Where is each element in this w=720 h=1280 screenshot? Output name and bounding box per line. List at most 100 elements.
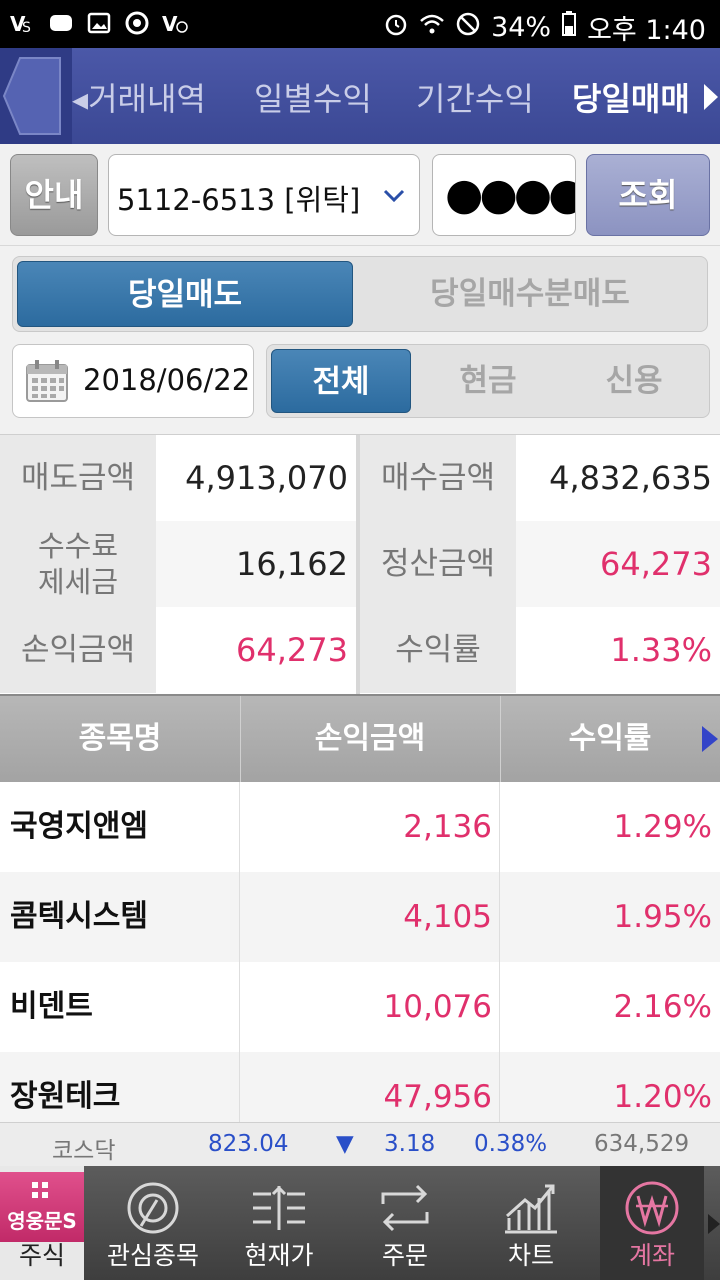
segment-all[interactable]: 전체 bbox=[271, 349, 411, 413]
return-rate-value: 1.33% bbox=[516, 607, 720, 693]
stock-name: 비덴트 bbox=[10, 989, 93, 1024]
list-header: 종목명 손익금액 수익률 bbox=[0, 694, 720, 782]
holdings-list[interactable]: 국영지앤엠 2,136 1.29% 콤텍시스템 4,105 1.95% 비덴트 … bbox=[0, 782, 720, 1122]
column-divider bbox=[239, 782, 240, 1122]
ticker-index-name: 코스닥 bbox=[52, 1138, 116, 1164]
stock-pl: 2,136 bbox=[403, 809, 492, 845]
stock-rate: 1.95% bbox=[613, 899, 712, 935]
date-picker[interactable]: 2018/06/22 bbox=[12, 344, 254, 418]
column-header-name[interactable]: 종목명 bbox=[0, 696, 240, 782]
nav-stock-label: 주식 bbox=[18, 1241, 65, 1270]
summary-row: 수수료 제세금 16,162 정산금액 64,273 bbox=[0, 521, 720, 607]
nav-stock[interactable]: 영웅문S 주식 bbox=[0, 1166, 84, 1280]
tax-label: 제세금 bbox=[37, 565, 119, 599]
column-header-rate[interactable]: 수익률 bbox=[500, 696, 720, 782]
nav-current-price-label: 현재가 bbox=[244, 1241, 314, 1270]
nav-chart[interactable]: 차트 bbox=[474, 1166, 588, 1280]
segment-credit[interactable]: 신용 bbox=[563, 349, 705, 413]
tab-period-profit[interactable]: 기간수익 bbox=[416, 74, 534, 120]
summary-row: 손익금액 64,273 수익률 1.33% bbox=[0, 607, 720, 693]
return-rate-label: 수익률 bbox=[360, 607, 516, 693]
sell-amount-value: 4,913,070 bbox=[156, 435, 356, 521]
password-mask: ●●●● bbox=[445, 169, 576, 220]
pl-amount-label: 손익금액 bbox=[0, 607, 156, 693]
system-status: 34% 오후 1:40 bbox=[383, 8, 706, 47]
stock-name: 장원테크 bbox=[10, 1079, 121, 1114]
chart-icon bbox=[505, 1184, 557, 1234]
stock-rate: 1.20% bbox=[613, 1079, 712, 1115]
won-icon bbox=[625, 1181, 679, 1235]
account-select[interactable]: 5112-6513 [위탁] bbox=[108, 154, 420, 236]
back-button[interactable] bbox=[0, 48, 72, 144]
fee-tax-value: 16,162 bbox=[156, 521, 356, 607]
list-item[interactable]: 장원테크 47,956 1.20% bbox=[0, 1052, 720, 1122]
nav-more-arrow-icon[interactable] bbox=[708, 1214, 720, 1234]
segment-cash[interactable]: 현금 bbox=[417, 349, 559, 413]
stock-pl: 4,105 bbox=[403, 899, 492, 935]
battery-percent: 34% bbox=[491, 12, 552, 43]
back-arrow-icon bbox=[2, 57, 61, 135]
summary-divider bbox=[356, 435, 360, 695]
market-ticker[interactable]: 코스닥 823.04 ▼ 3.18 0.38% 634,529 bbox=[0, 1122, 720, 1166]
column-header-pl[interactable]: 손익금액 bbox=[240, 696, 500, 782]
settle-amount-label: 정산금액 bbox=[360, 521, 516, 607]
tab-today-trades[interactable]: 당일매매 bbox=[572, 74, 690, 120]
bottom-nav: 영웅문S 주식 관심종목 현재가 주문 차트 계좌 bbox=[0, 1166, 720, 1280]
notification-icons: VS V bbox=[10, 10, 188, 36]
stock-name: 국영지앤엠 bbox=[10, 809, 148, 844]
pl-amount-value: 64,273 bbox=[156, 607, 356, 693]
status-bar: VS V 34% 오후 1:40 bbox=[0, 0, 720, 48]
svg-text:V: V bbox=[162, 12, 178, 36]
wifi-icon bbox=[419, 11, 445, 44]
sell-amount-label: 매도금액 bbox=[0, 435, 156, 521]
nav-order[interactable]: 주문 bbox=[348, 1166, 462, 1280]
guide-button[interactable]: 안내 bbox=[10, 154, 98, 236]
calendar-icon bbox=[26, 360, 68, 402]
app-notification-icon: VS bbox=[10, 10, 36, 36]
list-item[interactable]: 비덴트 10,076 2.16% bbox=[0, 962, 720, 1052]
buy-amount-value: 4,832,635 bbox=[516, 435, 720, 521]
summary-row: 매도금액 4,913,070 매수금액 4,832,635 bbox=[0, 435, 720, 521]
fee-tax-label: 수수료 제세금 bbox=[0, 521, 156, 607]
query-button[interactable]: 조회 bbox=[586, 154, 710, 236]
stock-name: 콤텍시스템 bbox=[10, 899, 148, 934]
account-type-segment: 전체 현금 신용 bbox=[266, 344, 710, 418]
nav-current-price[interactable]: 현재가 bbox=[222, 1166, 336, 1280]
nav-account-label: 계좌 bbox=[628, 1241, 675, 1270]
stock-rate: 2.16% bbox=[613, 989, 712, 1025]
tab-scroll-right-icon[interactable] bbox=[704, 84, 718, 110]
order-icon bbox=[381, 1184, 429, 1232]
column-scroll-right-icon[interactable] bbox=[702, 726, 718, 752]
segment-today-buy-sell[interactable]: 당일매수분매도 bbox=[357, 261, 703, 327]
tab-trade-history[interactable]: ◂거래내역 bbox=[72, 74, 206, 120]
nav-chart-label: 차트 bbox=[507, 1241, 554, 1270]
battery-icon bbox=[561, 11, 577, 44]
password-field[interactable]: ●●●● bbox=[432, 154, 576, 236]
settle-amount-value: 64,273 bbox=[516, 521, 720, 607]
nav-order-label: 주문 bbox=[381, 1241, 428, 1270]
chrome-icon bbox=[124, 10, 150, 36]
segment-today-sell[interactable]: 당일매도 bbox=[17, 261, 353, 327]
ticker-volume: 634,529 bbox=[594, 1131, 690, 1157]
list-item[interactable]: 국영지앤엠 2,136 1.29% bbox=[0, 782, 720, 872]
date-value: 2018/06/22 bbox=[83, 363, 251, 397]
nav-account[interactable]: 계좌 bbox=[600, 1166, 704, 1280]
app-root: VS V 34% 오후 1:40 ◂거래내역 일별수익 기간수익 당일매매 안내… bbox=[0, 0, 720, 1280]
tab-bar: ◂거래내역 일별수익 기간수익 당일매매 bbox=[0, 48, 720, 144]
image-icon bbox=[86, 10, 112, 36]
current-price-icon bbox=[253, 1185, 305, 1230]
svg-text:S: S bbox=[22, 20, 31, 36]
buy-amount-label: 매수금액 bbox=[360, 435, 516, 521]
list-item[interactable]: 콤텍시스템 4,105 1.95% bbox=[0, 872, 720, 962]
watchlist-icon bbox=[127, 1182, 179, 1234]
nav-watchlist[interactable]: 관심종목 bbox=[96, 1166, 210, 1280]
stock-rate: 1.29% bbox=[613, 809, 712, 845]
svg-text:영웅문S: 영웅문S bbox=[7, 1209, 77, 1233]
chevron-down-icon bbox=[383, 189, 405, 203]
tab-daily-profit[interactable]: 일별수익 bbox=[254, 74, 372, 120]
filter-panel: 당일매도 당일매수분매도 2018/06/22 전체 현금 신용 bbox=[0, 246, 720, 434]
do-not-disturb-icon bbox=[455, 11, 481, 44]
ticker-index-value: 823.04 bbox=[208, 1131, 289, 1157]
ticker-down-arrow-icon: ▼ bbox=[336, 1131, 354, 1157]
stock-pl: 47,956 bbox=[383, 1079, 492, 1115]
